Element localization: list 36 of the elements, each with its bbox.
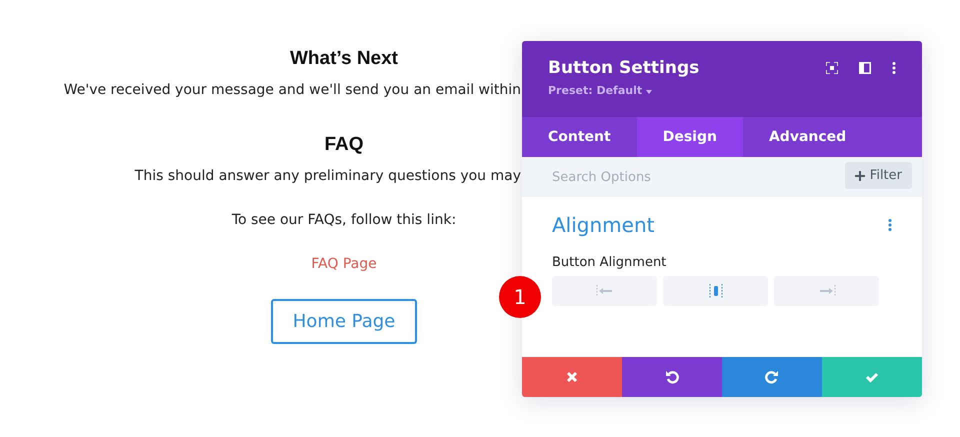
align-center-icon bbox=[708, 284, 722, 298]
align-right-icon bbox=[818, 285, 836, 297]
body-text: This should answer any preliminary questions you may bbox=[134, 168, 521, 184]
home-page-button[interactable]: Home Page bbox=[270, 299, 418, 344]
settings-tab[interactable]: Content bbox=[522, 117, 637, 157]
redo-button[interactable] bbox=[722, 357, 822, 397]
settings-tab[interactable]: Design bbox=[636, 117, 743, 157]
faq-link[interactable]: FAQ Page bbox=[311, 256, 377, 272]
preset-dropdown[interactable]: Preset: Default bbox=[548, 84, 652, 97]
align-left-icon bbox=[596, 285, 614, 297]
undo-button[interactable] bbox=[622, 357, 722, 397]
caret-icon bbox=[646, 90, 652, 94]
more-options-icon[interactable] bbox=[892, 62, 896, 74]
undo-icon bbox=[665, 370, 679, 384]
field-label: Button Alignment bbox=[552, 255, 668, 270]
redo-icon bbox=[765, 370, 779, 384]
plus-icon bbox=[854, 170, 865, 180]
fullscreen-icon[interactable] bbox=[826, 62, 838, 74]
section-title[interactable]: Alignment bbox=[552, 213, 654, 237]
filter-button[interactable]: Filter bbox=[844, 162, 912, 189]
body-text: To see our FAQs, follow this link: bbox=[232, 212, 456, 228]
alignment-option[interactable] bbox=[774, 276, 879, 306]
section-heading: FAQ bbox=[324, 134, 364, 156]
more-options-icon[interactable] bbox=[888, 219, 892, 231]
section-heading: What’s Next bbox=[290, 48, 398, 70]
save-button[interactable] bbox=[822, 357, 922, 397]
body-text: We've received your message and we'll send you an email within bbox=[62, 82, 521, 98]
alignment-option[interactable] bbox=[552, 276, 657, 306]
panel-title: Button Settings bbox=[548, 58, 700, 78]
checkmark-icon bbox=[865, 370, 879, 384]
step-badge: 1 bbox=[499, 276, 541, 318]
sidebar-layout-icon[interactable] bbox=[859, 62, 871, 74]
settings-tab[interactable]: Advanced bbox=[742, 117, 872, 157]
alignment-option[interactable] bbox=[663, 276, 768, 306]
close-icon bbox=[565, 370, 579, 384]
cancel-button[interactable] bbox=[522, 357, 622, 397]
